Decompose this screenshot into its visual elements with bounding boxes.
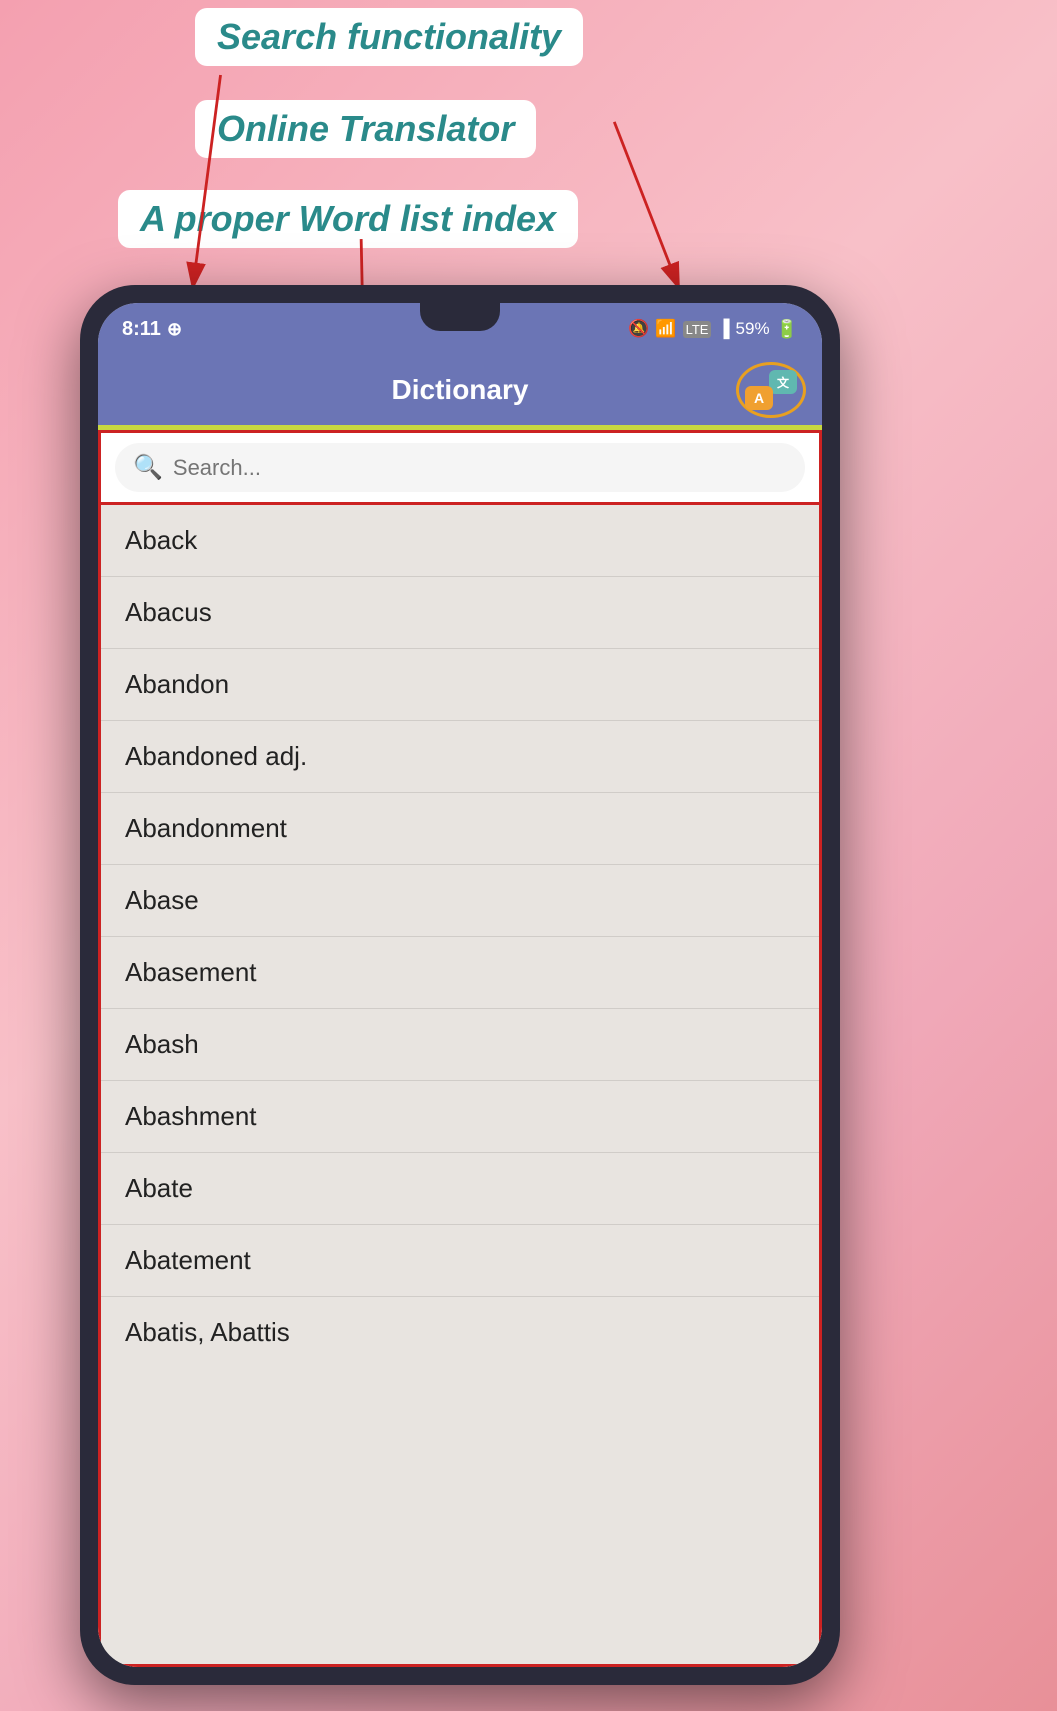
search-functionality-label: Search functionality (195, 8, 583, 66)
app-title: Dictionary (392, 374, 529, 406)
list-item[interactable]: Abandonment (101, 793, 819, 865)
arrows-overlay (0, 0, 1057, 300)
list-item[interactable]: Abacus (101, 577, 819, 649)
whatsapp-icon: ⊕ (167, 319, 182, 340)
list-item[interactable]: Abandon (101, 649, 819, 721)
status-right: 🔕 📶 LTE ▐ 59% 🔋 (628, 319, 798, 340)
translate-icon: 文 A (745, 370, 797, 410)
list-item[interactable]: Abandoned adj. (101, 721, 819, 793)
annotation-area: Search functionality Online Translator A… (0, 0, 1057, 300)
online-translator-label: Online Translator (195, 100, 536, 158)
time-display: 8:11 (122, 318, 161, 341)
list-item[interactable]: Abase (101, 865, 819, 937)
chinese-icon: 文 (769, 370, 797, 394)
list-item[interactable]: Abatis, Abattis (101, 1297, 819, 1368)
wifi-icon: 📶 (655, 319, 676, 339)
search-icon: 🔍 (133, 453, 163, 482)
list-item[interactable]: Abashment (101, 1081, 819, 1153)
signal-icon: ▐ (717, 319, 729, 339)
word-list: Aback Abacus Abandon Abandoned adj. Aban… (98, 505, 822, 1667)
lte-icon: LTE (683, 321, 712, 338)
list-item[interactable]: Abatement (101, 1225, 819, 1297)
search-input[interactable] (173, 455, 787, 481)
search-input-wrap[interactable]: 🔍 (115, 443, 805, 492)
phone-wrapper: 8:11 ⊕ 🔕 📶 LTE ▐ 59% 🔋 Dictionary (80, 285, 840, 1685)
phone-frame: 8:11 ⊕ 🔕 📶 LTE ▐ 59% 🔋 Dictionary (80, 285, 840, 1685)
word-list-index-label: A proper Word list index (118, 190, 578, 248)
battery-icon: 🔋 (776, 319, 798, 340)
list-item[interactable]: Aback (101, 505, 819, 577)
notch (420, 303, 500, 331)
list-item[interactable]: Abate (101, 1153, 819, 1225)
status-time: 8:11 ⊕ (122, 318, 182, 341)
list-item[interactable]: Abasement (101, 937, 819, 1009)
mute-icon: 🔕 (628, 319, 649, 339)
translate-button[interactable]: 文 A (736, 362, 806, 418)
search-container: 🔍 (98, 430, 822, 505)
list-item[interactable]: Abash (101, 1009, 819, 1081)
app-header: Dictionary 文 A (98, 355, 822, 425)
phone-screen: 8:11 ⊕ 🔕 📶 LTE ▐ 59% 🔋 Dictionary (98, 303, 822, 1667)
english-icon: A (745, 386, 773, 410)
battery-text: 59% (736, 319, 770, 339)
